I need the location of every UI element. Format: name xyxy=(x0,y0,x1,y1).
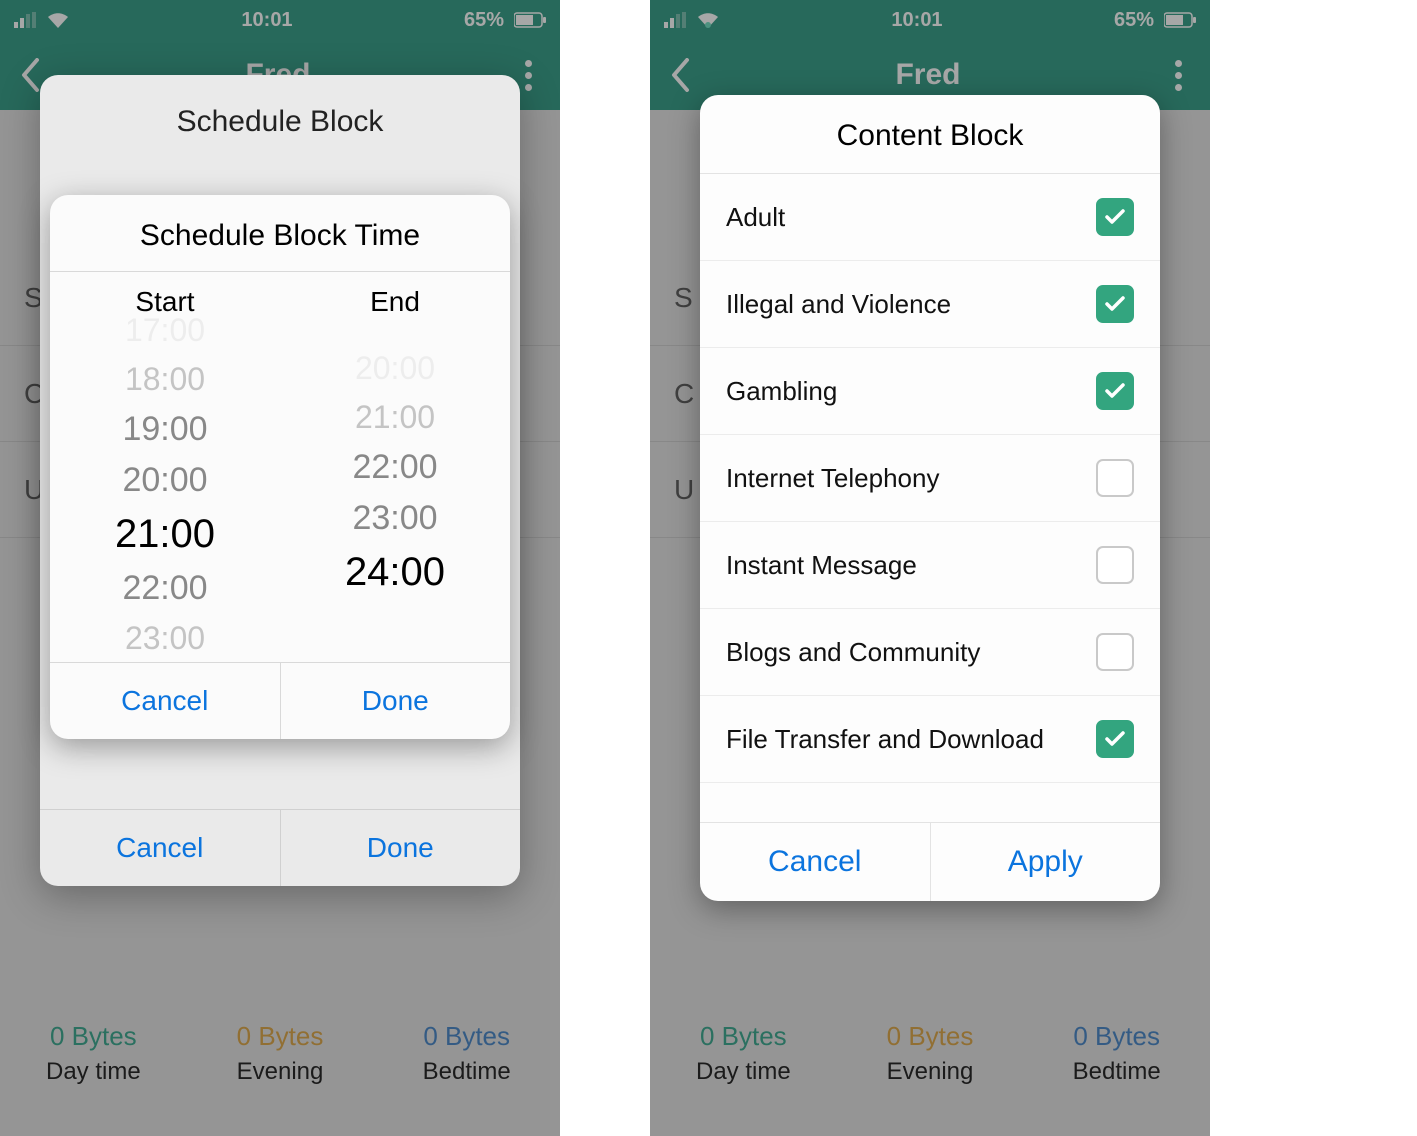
content-row[interactable]: Internet Telephony xyxy=(700,435,1160,522)
content-row-label: Adult xyxy=(726,202,785,233)
checkbox[interactable] xyxy=(1096,372,1134,410)
content-row[interactable]: Illegal and Violence xyxy=(700,261,1160,348)
checkbox[interactable] xyxy=(1096,720,1134,758)
content-list[interactable]: Adult Illegal and Violence Gambling Interne… xyxy=(700,174,1160,822)
end-selected: 24:00 xyxy=(345,544,445,601)
sheet-cancel-button[interactable]: Cancel xyxy=(40,810,280,886)
checkbox[interactable] xyxy=(1096,285,1134,323)
content-row-label: Instant Message xyxy=(726,550,917,581)
end-time-column[interactable]: End 20:00 21:00 22:00 23:00 24:00 xyxy=(280,272,510,662)
content-row[interactable]: Gambling xyxy=(700,348,1160,435)
phone-left: S C U 0 Bytes Day time 0 Bytes Evening 0… xyxy=(0,0,560,1136)
checkbox[interactable] xyxy=(1096,198,1134,236)
content-row-label: Internet Telephony xyxy=(726,463,939,494)
sheet-done-button[interactable]: Done xyxy=(280,810,521,886)
start-wheel[interactable]: 17:00 18:00 19:00 20:00 21:00 22:00 23:0… xyxy=(50,334,280,634)
content-block-sheet: Content Block Adult Illegal and Violence G… xyxy=(700,95,1160,901)
start-time-column[interactable]: Start 17:00 18:00 19:00 20:00 21:00 22:0… xyxy=(50,272,280,662)
content-row-label: Gambling xyxy=(726,376,837,407)
sheet-title: Schedule Block xyxy=(40,75,520,169)
phone-right: S C U 0 Bytes Day time 0 Bytes Evening 0… xyxy=(650,0,1210,1136)
content-cancel-button[interactable]: Cancel xyxy=(700,823,930,901)
start-selected: 21:00 xyxy=(115,506,215,563)
content-row-label: Blogs and Community xyxy=(726,637,980,668)
checkbox[interactable] xyxy=(1096,459,1134,497)
checkbox[interactable] xyxy=(1096,546,1134,584)
picker-title: Schedule Block Time xyxy=(50,195,510,272)
picker-done-button[interactable]: Done xyxy=(280,663,511,739)
content-row-label: File Transfer and Download xyxy=(726,724,1044,755)
time-picker-sheet: Schedule Block Time Start 17:00 18:00 19… xyxy=(50,195,510,739)
content-apply-button[interactable]: Apply xyxy=(930,823,1161,901)
end-label: End xyxy=(370,286,420,318)
checkbox[interactable] xyxy=(1096,633,1134,671)
content-block-title: Content Block xyxy=(700,95,1160,174)
content-row[interactable]: Instant Message xyxy=(700,522,1160,609)
content-row[interactable]: File Transfer and Download xyxy=(700,696,1160,783)
content-row-label: Illegal and Violence xyxy=(726,289,951,320)
picker-cancel-button[interactable]: Cancel xyxy=(50,663,280,739)
end-wheel[interactable]: 20:00 21:00 22:00 23:00 24:00 xyxy=(280,334,510,634)
content-row[interactable]: Blogs and Community xyxy=(700,609,1160,696)
content-row[interactable]: Adult xyxy=(700,174,1160,261)
